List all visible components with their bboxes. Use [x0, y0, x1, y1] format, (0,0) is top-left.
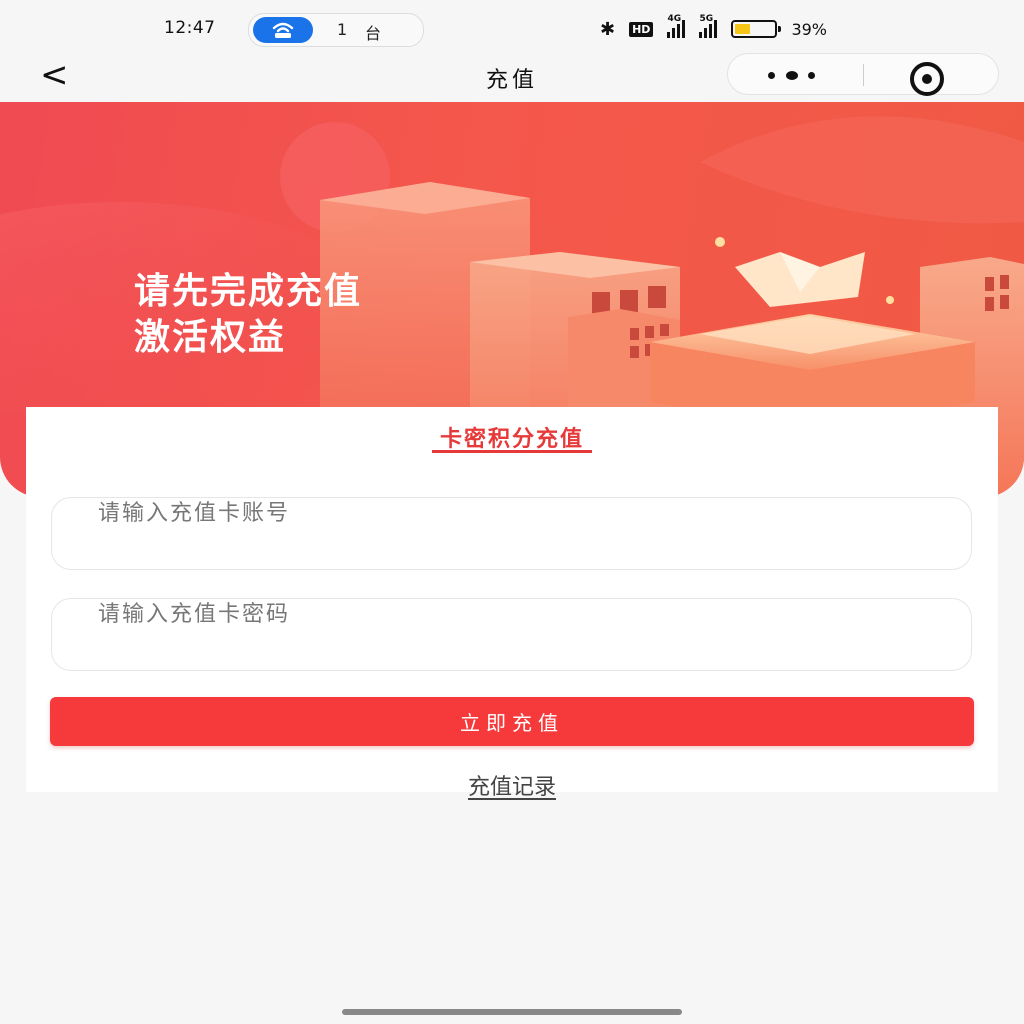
recharge-card: 卡密积分充值 立即充值 充值记录: [26, 407, 998, 800]
home-indicator[interactable]: [342, 1009, 682, 1015]
hd-badge: HD: [629, 21, 654, 37]
miniprogram-capsule: [727, 53, 999, 96]
battery-fill: [735, 24, 751, 34]
recharge-history-label[interactable]: 充值记录: [468, 775, 556, 800]
capsule-divider: [863, 64, 864, 86]
hotspot-device-unit: 台: [365, 24, 382, 43]
signal-5g-icon: 5G: [699, 14, 718, 38]
nav-bar: < 充值: [0, 53, 1024, 102]
signal-4g-icon: 4G: [667, 14, 686, 38]
hotspot-icon: [253, 17, 313, 43]
hotspot-pill[interactable]: 1 台: [248, 13, 424, 47]
status-time: 12:47: [164, 18, 216, 38]
signal-4g-label: 4G: [667, 14, 682, 24]
status-bar: 12:47 1 台 ✱ HD 4G 5G 39%: [0, 0, 1024, 56]
bluetooth-icon: ✱: [600, 18, 616, 40]
banner-subheadline: 激活权益: [134, 317, 287, 358]
close-miniprogram-icon[interactable]: [910, 62, 944, 96]
more-icon[interactable]: [764, 68, 824, 82]
signal-5g-label: 5G: [699, 14, 714, 24]
recharge-history-link[interactable]: 充值记录: [26, 769, 998, 801]
password-field: [51, 598, 972, 671]
battery-percent: 39%: [791, 19, 827, 39]
recharge-now-button[interactable]: 立即充值: [50, 697, 974, 746]
banner-headline: 请先完成充值: [134, 271, 363, 312]
hotspot-device-count: 1: [337, 20, 348, 39]
card-account-input[interactable]: [98, 498, 918, 528]
battery-icon: [731, 20, 782, 38]
tab-card-points-recharge[interactable]: 卡密积分充值: [26, 421, 998, 453]
card-password-input[interactable]: [98, 599, 918, 629]
tab-active-underline: [432, 450, 592, 453]
account-field: [51, 497, 972, 570]
